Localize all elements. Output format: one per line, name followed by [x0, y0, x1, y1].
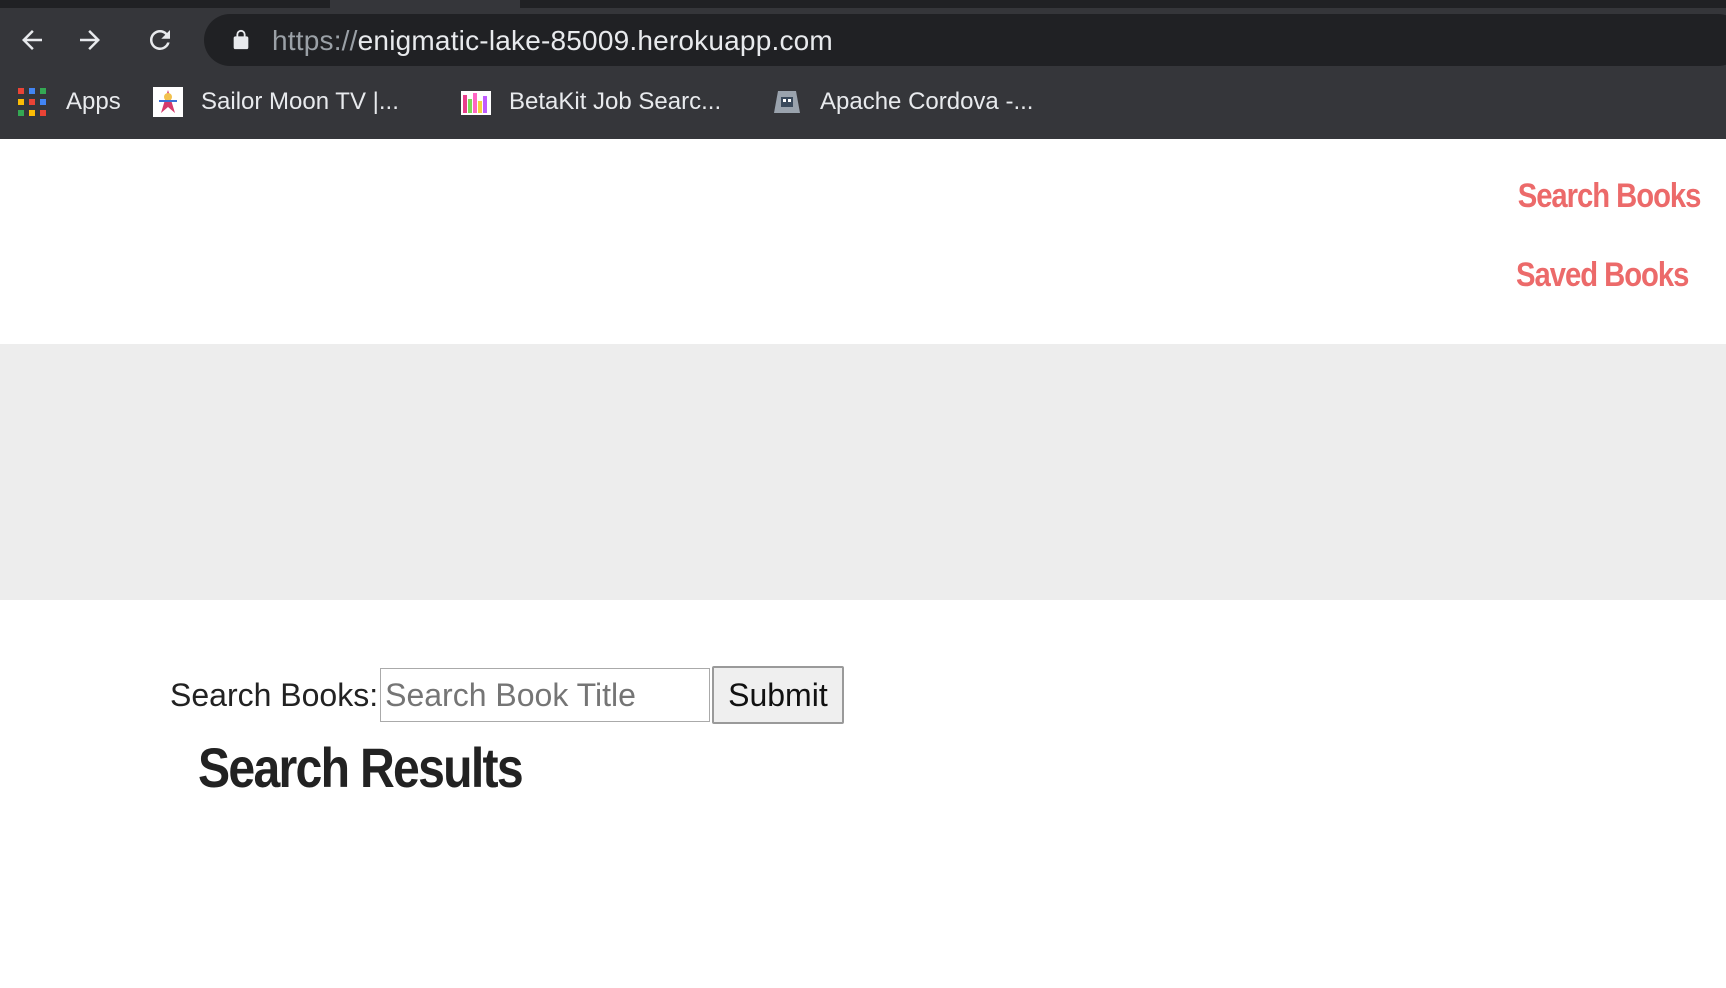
page-content: Search Books Saved Books Search Books: S… [0, 139, 1726, 988]
bookmark-label: Sailor Moon TV |... [201, 88, 399, 115]
jumbotron-banner [0, 344, 1726, 600]
lock-icon[interactable] [230, 29, 252, 51]
submit-button[interactable]: Submit [712, 666, 844, 724]
sailor-moon-favicon [153, 87, 183, 117]
url-host: enigmatic-lake-85009.herokuapp.com [357, 25, 833, 56]
nav-link-saved-books[interactable]: Saved Books [1516, 256, 1689, 295]
bookmark-betakit[interactable]: BetaKit Job Searc... [461, 84, 721, 120]
search-form: Search Books: Submit [170, 665, 844, 725]
forward-button[interactable] [70, 20, 110, 60]
search-label: Search Books: [170, 676, 379, 713]
bookmarks-bar: Apps Sailor Moon TV |... BetaKit Job Sea… [0, 78, 1726, 126]
bookmark-label: Apps [66, 88, 121, 115]
tab-strip [0, 0, 1726, 8]
back-button[interactable] [12, 20, 52, 60]
url-scheme: https:// [272, 25, 358, 56]
reload-icon [149, 29, 170, 50]
search-results-heading: Search Results [198, 736, 524, 799]
forward-arrow-icon [80, 30, 100, 50]
url-text[interactable]: https://enigmatic-lake-85009.herokuapp.c… [272, 25, 833, 57]
bookmark-sailor-moon[interactable]: Sailor Moon TV |... [153, 84, 399, 120]
cordova-favicon [772, 87, 802, 117]
betakit-favicon [461, 87, 491, 117]
active-tab[interactable] [330, 0, 520, 8]
nav-link-search-books[interactable]: Search Books [1517, 177, 1701, 216]
apps-grid-icon [18, 88, 46, 116]
address-bar[interactable]: https://enigmatic-lake-85009.herokuapp.c… [204, 14, 1726, 66]
back-arrow-icon [22, 30, 42, 50]
search-input[interactable] [380, 668, 711, 722]
browser-chrome: https://enigmatic-lake-85009.herokuapp.c… [0, 0, 1726, 139]
bookmark-label: Apache Cordova -... [820, 88, 1034, 115]
browser-toolbar: https://enigmatic-lake-85009.herokuapp.c… [0, 8, 1726, 70]
site-nav: Search Books Saved Books [1488, 177, 1701, 295]
bookmark-cordova[interactable]: Apache Cordova -... [772, 84, 1033, 120]
bookmark-label: BetaKit Job Searc... [509, 88, 722, 115]
reload-button[interactable] [140, 20, 180, 60]
bookmark-apps[interactable]: Apps [18, 84, 121, 120]
